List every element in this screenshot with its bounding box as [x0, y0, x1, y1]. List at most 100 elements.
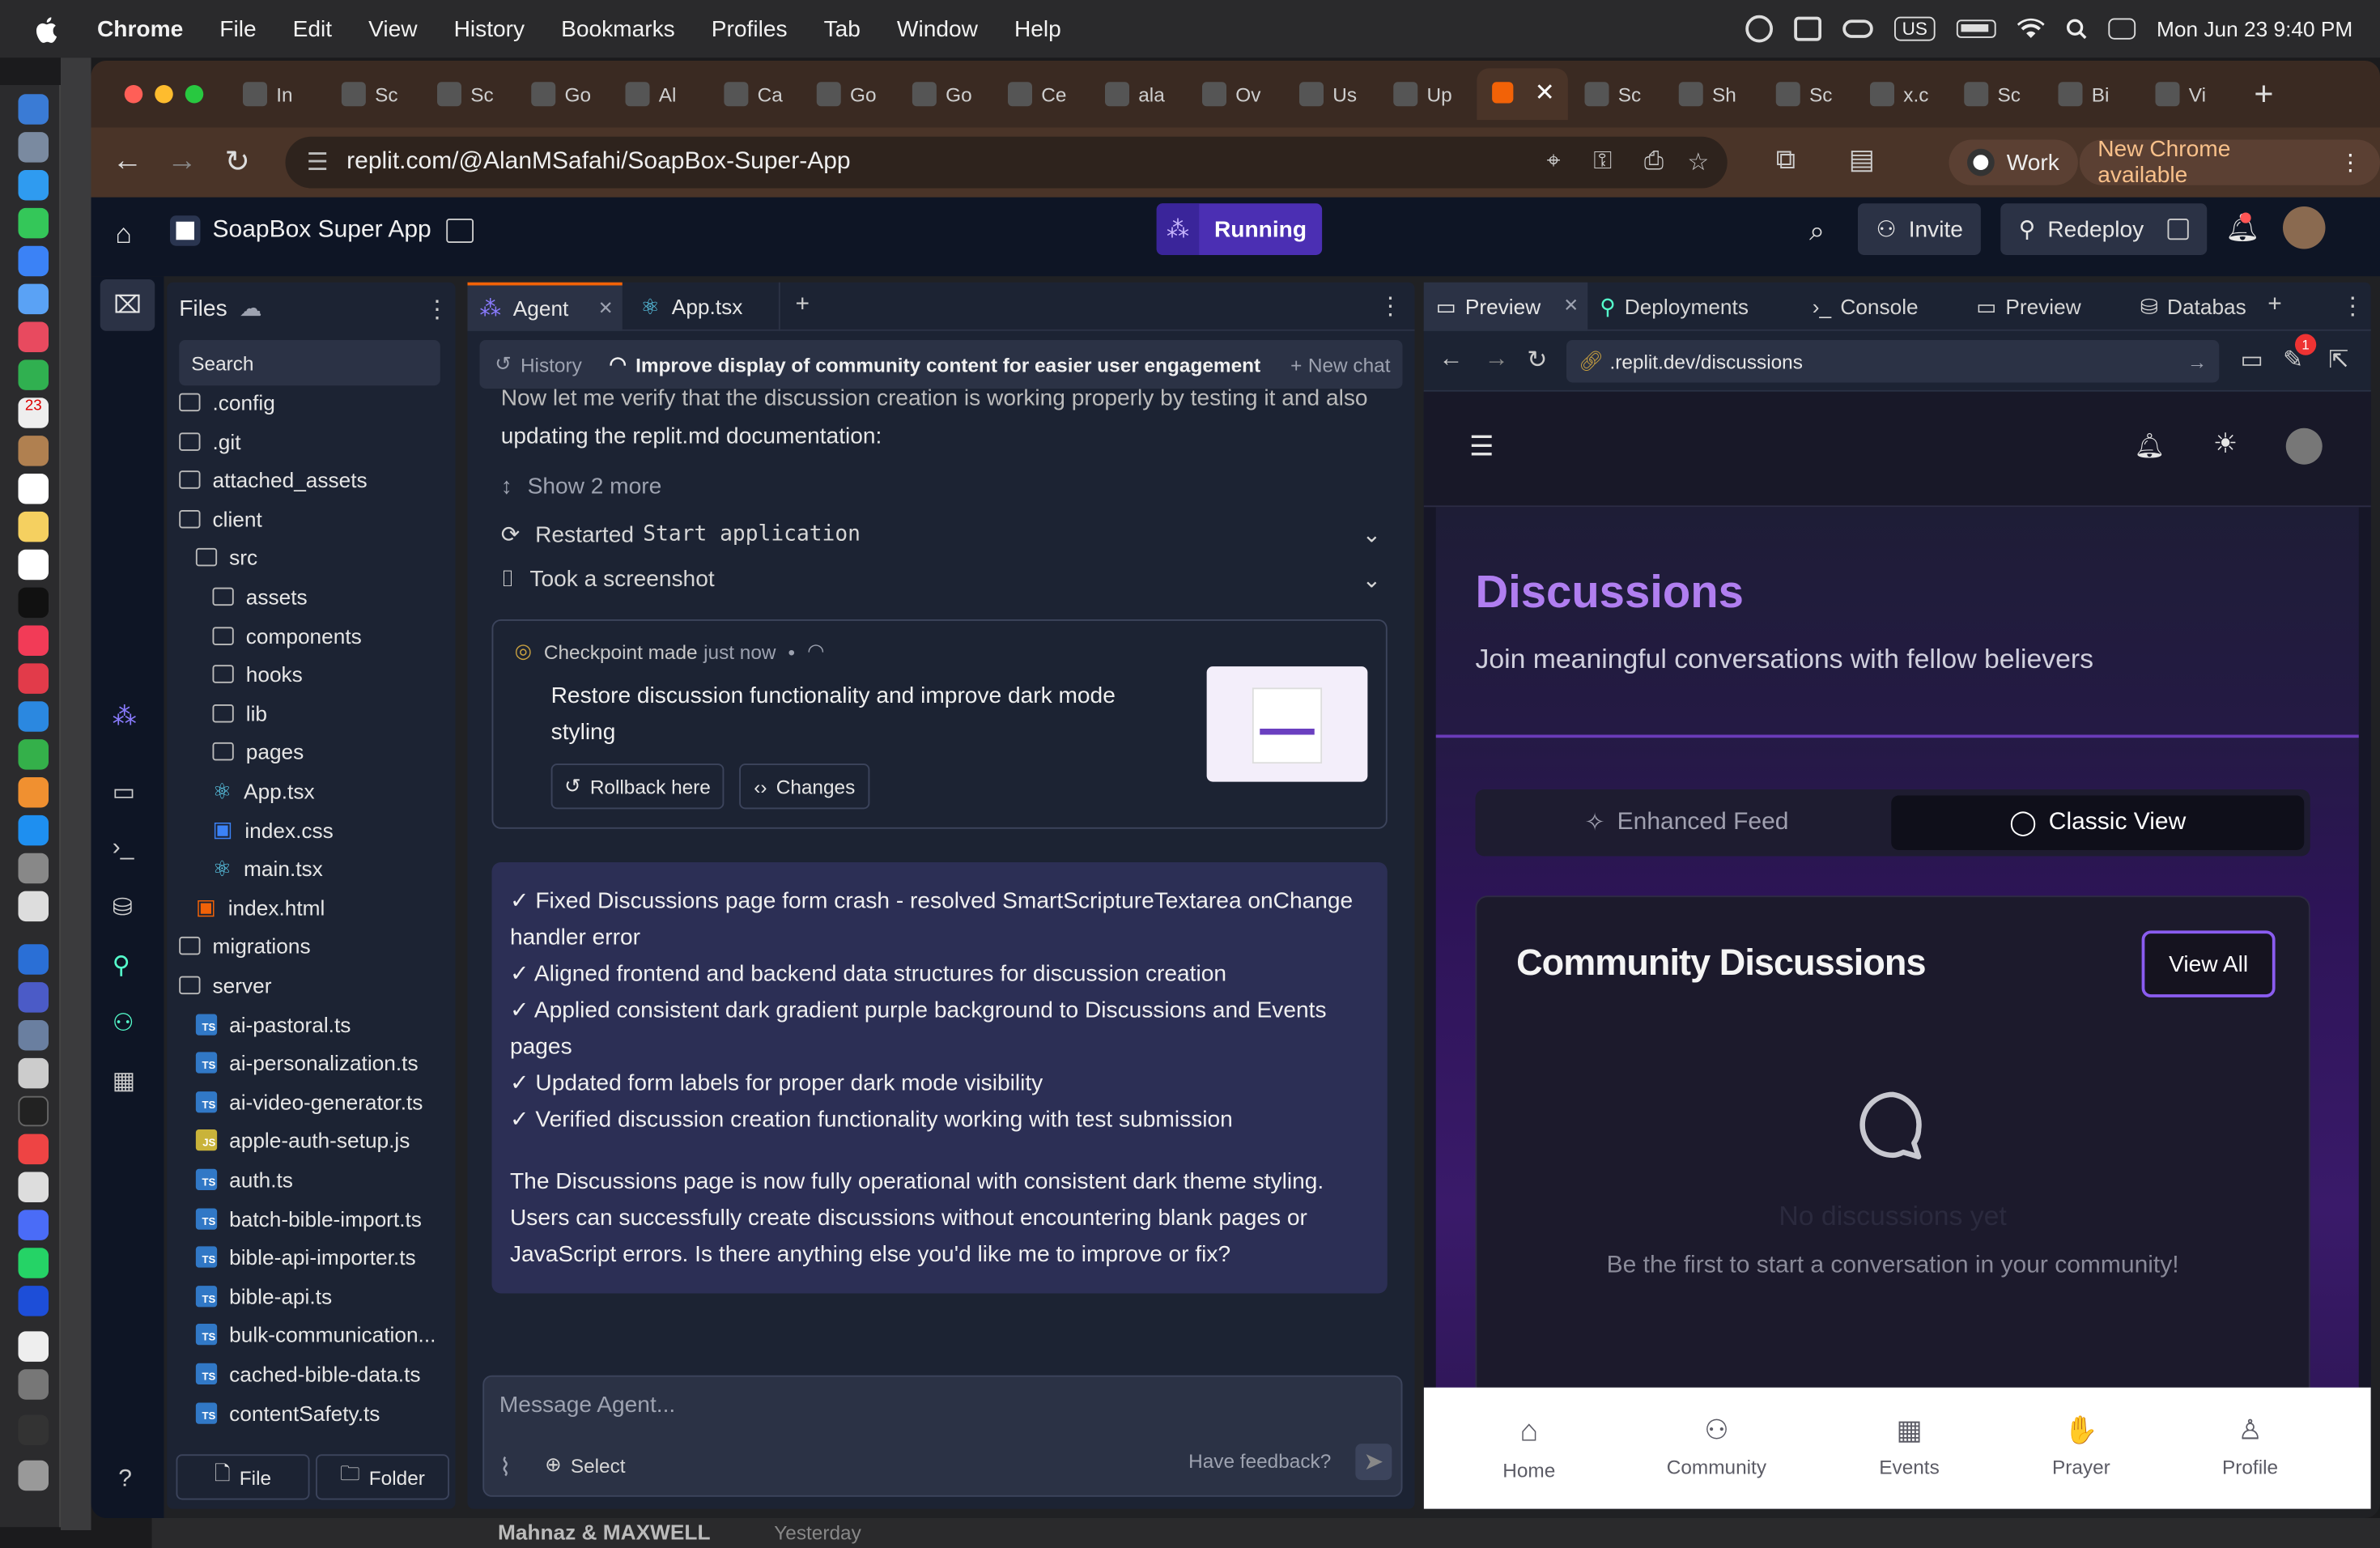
- cloud-icon[interactable]: [1842, 19, 1874, 38]
- browser-tab[interactable]: Go: [531, 74, 591, 114]
- deploy-options-icon[interactable]: [2168, 219, 2190, 240]
- agent-tool-icon[interactable]: ⁂: [113, 701, 137, 732]
- file-item[interactable]: TS bible-api.ts: [195, 1279, 332, 1312]
- classic-view-tab[interactable]: ◯ Classic View: [1891, 795, 2305, 850]
- url-text[interactable]: replit.com/@AlanMSafahi/SoapBox-Super-Ap…: [346, 149, 850, 176]
- users-tool-icon[interactable]: ⚇: [113, 1008, 134, 1039]
- tab-app-tsx[interactable]: ⚛ App.tsx: [635, 282, 780, 331]
- nav-community[interactable]: ⚇ Community: [1667, 1415, 1766, 1479]
- file-item[interactable]: TS batch-bible-import.ts: [195, 1201, 422, 1235]
- folder-item[interactable]: assets: [212, 580, 308, 613]
- browser-tab[interactable]: Sc: [437, 74, 494, 114]
- trash-icon[interactable]: [18, 1460, 49, 1491]
- folder-item[interactable]: client: [179, 502, 262, 535]
- signal-icon[interactable]: [18, 1210, 49, 1240]
- file-item[interactable]: ▣ index.css: [213, 813, 334, 846]
- teams-icon[interactable]: [18, 982, 49, 1013]
- outlook-icon[interactable]: [1794, 16, 1822, 41]
- preview-forward-icon[interactable]: →: [1485, 347, 1509, 374]
- nav-events[interactable]: ▦ Events: [1879, 1415, 1940, 1479]
- menu-edit[interactable]: Edit: [293, 16, 332, 42]
- history-button[interactable]: ↺ History: [495, 352, 582, 376]
- pages-icon[interactable]: [18, 777, 49, 808]
- preview-tool-icon[interactable]: ▭: [113, 777, 135, 808]
- browser-tab[interactable]: Sc: [1584, 74, 1641, 114]
- preview-app-icon[interactable]: [18, 891, 49, 922]
- screen-sharing-icon[interactable]: [18, 1020, 49, 1051]
- active-tab[interactable]: ✕: [1477, 68, 1568, 121]
- deployments-tool-icon[interactable]: ⚲: [113, 950, 130, 981]
- select-element-button[interactable]: ⊕ Select: [545, 1452, 625, 1477]
- safari-icon[interactable]: [18, 170, 49, 201]
- open-url-icon[interactable]: →: [2187, 350, 2207, 372]
- contacts-icon[interactable]: [18, 436, 49, 466]
- app-bell-icon[interactable]: 🔔︎: [2134, 432, 2165, 462]
- menu-tab[interactable]: Tab: [824, 16, 861, 42]
- user-avatar[interactable]: [2283, 206, 2326, 249]
- preview-back-icon[interactable]: ←: [1439, 347, 1464, 374]
- menu-help[interactable]: Help: [1014, 16, 1061, 42]
- file-item[interactable]: TS cached-bible-data.ts: [195, 1357, 421, 1390]
- new-folder-button[interactable]: 🗀︎ Folder: [316, 1454, 449, 1500]
- browser-tab[interactable]: Up: [1393, 74, 1452, 114]
- files-menu-icon[interactable]: ⋮: [425, 295, 449, 325]
- browser-tab[interactable]: Sc: [1964, 74, 2021, 114]
- file-item[interactable]: TS ai-video-generator.ts: [195, 1085, 423, 1118]
- nav-home[interactable]: ⌂ Home: [1502, 1415, 1555, 1482]
- apple-icon[interactable]: [33, 15, 64, 44]
- device-icon[interactable]: ▭: [2241, 345, 2263, 376]
- browser-tab[interactable]: Sc: [341, 74, 398, 114]
- file-item[interactable]: TS bulk-communication...: [195, 1318, 436, 1351]
- menu-bookmarks[interactable]: Bookmarks: [561, 16, 675, 42]
- menu-app-name[interactable]: Chrome: [97, 16, 183, 42]
- calendar-icon[interactable]: 23: [18, 398, 49, 428]
- action-restart-row[interactable]: ⟳ Restarted Start application ⌄: [501, 521, 1382, 548]
- file-item[interactable]: JS apple-auth-setup.js: [195, 1124, 410, 1157]
- outlook-dock-icon[interactable]: [18, 944, 49, 975]
- browser-tab[interactable]: In: [243, 74, 293, 114]
- project-details-icon[interactable]: [446, 219, 474, 243]
- install-app-icon[interactable]: ⎙: [1644, 149, 1664, 176]
- home-icon[interactable]: ⌂: [116, 219, 132, 250]
- project-title[interactable]: SoapBox Super App: [170, 215, 431, 246]
- browser-tab[interactable]: Sc: [1775, 74, 1832, 114]
- terminal-icon[interactable]: [18, 1095, 49, 1127]
- rollback-button[interactable]: ↺ Rollback here: [550, 763, 725, 810]
- close-tab-icon[interactable]: ✕: [1535, 78, 1555, 108]
- more-menu-icon[interactable]: ⋮: [2339, 149, 2361, 176]
- file-item[interactable]: ⚛ main.tsx: [213, 852, 323, 885]
- tab-deployments[interactable]: ⚲ Deployments: [1600, 283, 1749, 331]
- folder-item[interactable]: .config: [179, 385, 275, 419]
- new-tab-button[interactable]: +: [2254, 74, 2273, 114]
- folder-item[interactable]: server: [179, 968, 271, 1002]
- tab-preview-2[interactable]: ▭ Preview: [1976, 283, 2080, 331]
- battery-icon[interactable]: [1956, 19, 1996, 38]
- menu-profiles[interactable]: Profiles: [712, 16, 788, 42]
- facetime-icon[interactable]: [18, 359, 49, 390]
- chat-title[interactable]: ◠ Improve display of community content fo…: [610, 352, 1261, 376]
- extensions-icon[interactable]: ⧉: [1776, 144, 1796, 176]
- back-icon[interactable]: ←: [113, 144, 143, 179]
- reload-icon[interactable]: ↻: [225, 142, 250, 181]
- sidepanel-icon[interactable]: ▤: [1849, 144, 1875, 176]
- reminders-icon[interactable]: [18, 474, 49, 504]
- whatsapp-icon[interactable]: [18, 1248, 49, 1278]
- zoom-window-button[interactable]: [185, 85, 204, 104]
- wifi-icon[interactable]: [2017, 18, 2045, 40]
- folder-item[interactable]: pages: [212, 735, 304, 768]
- browser-tab[interactable]: Ca: [724, 74, 783, 114]
- browser-tab[interactable]: Ov: [1202, 74, 1260, 114]
- console-tool-icon[interactable]: ›_: [113, 835, 134, 862]
- finder-icon[interactable]: [18, 94, 49, 125]
- update-chrome-button[interactable]: New Chrome available ⋮: [2079, 137, 2380, 189]
- preview-menu-icon[interactable]: ⋮: [2340, 291, 2365, 322]
- send-icon[interactable]: ➤: [1355, 1444, 1392, 1481]
- mail-icon[interactable]: [18, 245, 49, 277]
- menu-view[interactable]: View: [368, 16, 417, 42]
- folder-item[interactable]: migrations: [179, 929, 311, 963]
- document-icon[interactable]: [18, 1331, 49, 1362]
- folder-item[interactable]: .git: [179, 424, 241, 457]
- feedback-link[interactable]: Have feedback?: [1188, 1450, 1331, 1473]
- files-tool-icon[interactable]: ⌧: [100, 279, 155, 331]
- freeform-icon[interactable]: [18, 549, 49, 580]
